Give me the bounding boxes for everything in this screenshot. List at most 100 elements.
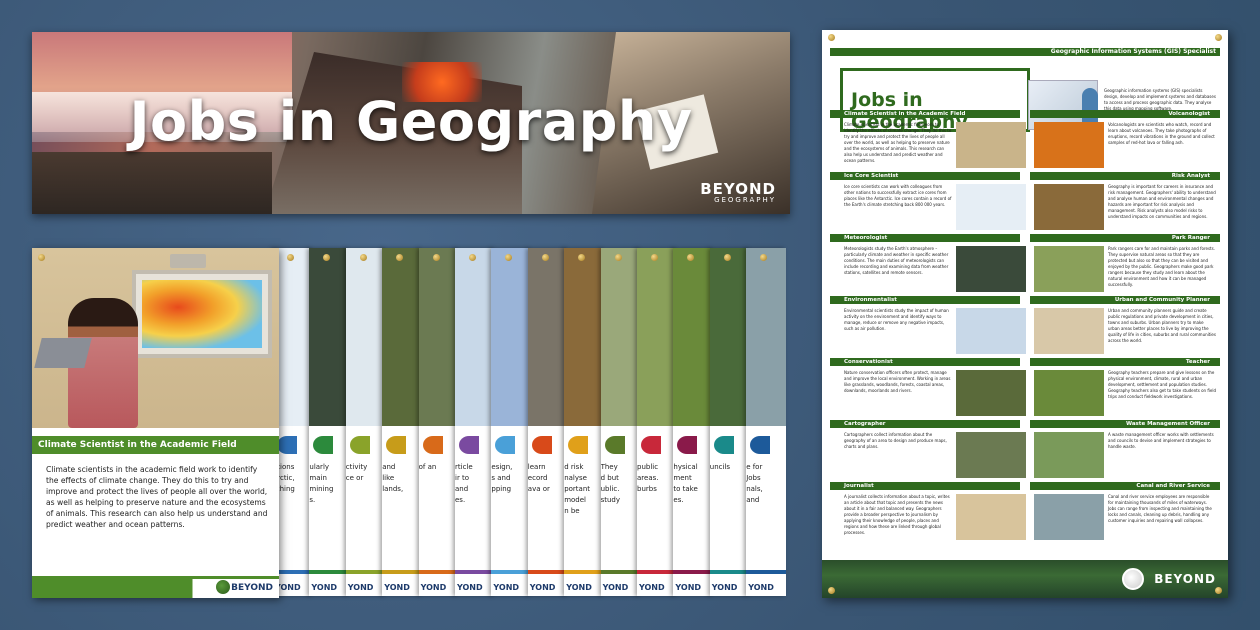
- strip-illustration: [600, 248, 641, 426]
- job-title-right: Canal and River Service: [1030, 482, 1220, 490]
- job-description-left: Meteorologists study the Earth's atmosph…: [844, 246, 949, 275]
- poster-fan: ations arctic, tching YOND ularly main min…: [32, 248, 790, 598]
- strip-color-tab: [459, 436, 479, 454]
- pin-icon: [828, 587, 835, 594]
- job-title-right: Waste Management Officer: [1030, 420, 1220, 428]
- job-illustration-right: [1034, 122, 1104, 168]
- job-description-right: A waste management officer works with se…: [1108, 432, 1214, 449]
- job-row: Conservationist Teacher Nature conservatio…: [830, 358, 1220, 420]
- job-description-right: Urban and community planners guide and c…: [1108, 308, 1216, 343]
- poster-strip: and like lands, YOND: [382, 248, 423, 596]
- strip-text-snippet: hysical ment to take es.: [673, 463, 698, 504]
- strip-color-tab: [713, 436, 734, 454]
- job-description-left: Cartographers collect information about …: [844, 432, 947, 449]
- strip-text-snippet: ularly main mining s.: [309, 463, 334, 504]
- pin-icon: [432, 254, 440, 261]
- poster-strip: uncils YOND: [709, 248, 750, 596]
- poster-strip: esign, s and pping YOND: [491, 248, 532, 596]
- poster-strip: ations arctic, tching YOND: [273, 248, 313, 596]
- main-poster-body: Climate scientists in the academic field…: [46, 465, 268, 529]
- strip-logo: YOND: [748, 583, 774, 592]
- heat-map: [142, 280, 262, 348]
- strip-illustration: [746, 248, 787, 426]
- job-title-left: Climate Scientist in the Academic Field: [830, 110, 1020, 118]
- pin-icon: [651, 254, 658, 261]
- job-description-right: Geography is important for careers in in…: [1108, 184, 1216, 219]
- strip-color-tab: [677, 436, 698, 454]
- strip-color-tab: [277, 436, 297, 454]
- strip-text-snippet: of an: [418, 463, 437, 471]
- strip-logo: YOND: [493, 583, 520, 592]
- globe-icon: [215, 579, 231, 595]
- job-description-left: Ice core scientists can work with collea…: [844, 184, 952, 207]
- job-illustration-left: [956, 494, 1026, 540]
- job-description-right: Canal and river service employees are re…: [1108, 494, 1212, 523]
- strip-logo: YOND: [675, 583, 702, 592]
- strip-logo: YOND: [420, 583, 447, 592]
- gis-description: Geographic information systems (GIS) spe…: [1104, 88, 1216, 111]
- strip-color-tab: [422, 436, 443, 454]
- pin-icon: [469, 254, 476, 261]
- jobs-banner: Jobs in Geography BEYOND GEOGRAPHY: [32, 32, 790, 214]
- job-illustration-left: [956, 432, 1026, 478]
- big-poster-logo: BEYOND: [1154, 572, 1216, 586]
- strip-logo: YOND: [566, 583, 592, 592]
- job-illustration-left: [956, 122, 1026, 168]
- poster-strip: d risk nalyse portant model n be YOND: [564, 248, 605, 596]
- job-title-left: Cartographer: [830, 420, 1020, 428]
- job-illustration-left: [956, 370, 1026, 416]
- job-row: Meteorologist Park Ranger Meteorologists s…: [830, 234, 1220, 296]
- poster-strip: learn ecord ava or YOND: [527, 248, 568, 596]
- strip-color-tab: [641, 436, 661, 454]
- job-title-right: Teacher: [1030, 358, 1220, 366]
- job-illustration-right: [1034, 370, 1104, 416]
- poster-strip: public areas. burbs YOND: [637, 248, 677, 596]
- strip-logo: YOND: [384, 583, 410, 592]
- projector-icon: [170, 254, 206, 268]
- strip-logo: YOND: [639, 583, 665, 592]
- poster-strip: They d but ublic. study YOND: [600, 248, 641, 596]
- job-description-left: Environmental scientists study the impac…: [844, 308, 949, 331]
- pin-icon: [828, 34, 835, 41]
- strip-text-snippet: learn ecord ava or: [527, 463, 550, 493]
- job-illustration-right: [1034, 494, 1104, 540]
- main-poster: Climate Scientist in the Academic Field …: [32, 248, 279, 598]
- strip-color-tab: [313, 436, 334, 454]
- main-poster-illustration: [32, 248, 279, 428]
- job-row: Environmentalist Urban and Community Plan…: [830, 296, 1220, 358]
- strip-logo: YOND: [602, 583, 629, 592]
- job-row: Ice Core Scientist Risk Analyst Ice core s…: [830, 172, 1220, 234]
- job-title-right: Risk Analyst: [1030, 172, 1220, 180]
- strip-illustration: [637, 248, 677, 426]
- job-description-left: Climate scientists in the academic field…: [844, 122, 952, 163]
- pin-icon: [1215, 587, 1222, 594]
- strip-text-snippet: rticle ir to and es.: [455, 463, 473, 504]
- strip-color-tab: [349, 436, 370, 454]
- poster-strip: hysical ment to take es. YOND: [673, 248, 714, 596]
- screen-board: [132, 270, 272, 358]
- job-description-right: Park rangers care for and maintain parks…: [1108, 246, 1215, 287]
- strip-color-tab: [568, 436, 589, 454]
- strip-text-snippet: uncils: [709, 463, 731, 471]
- strip-illustration: [709, 248, 750, 426]
- job-title-right: Park Ranger: [1030, 234, 1220, 242]
- strip-text-snippet: and like lands,: [382, 463, 404, 493]
- job-title-left: Ice Core Scientist: [830, 172, 1020, 180]
- job-illustration-right: [1034, 308, 1104, 354]
- job-description-left: Nature conservation officers often prote…: [844, 370, 951, 393]
- main-poster-heading: Climate Scientist in the Academic Field: [32, 436, 279, 454]
- job-illustration-right: [1034, 184, 1104, 230]
- job-illustration-right: [1034, 432, 1104, 478]
- pin-icon: [541, 254, 549, 261]
- banner-title: Jobs in Geography: [129, 90, 693, 153]
- job-illustration-left: [956, 246, 1026, 292]
- strip-illustration: [382, 248, 423, 426]
- strip-color-tab: [604, 436, 625, 454]
- job-row: Climate Scientist in the Academic Field V…: [830, 110, 1220, 172]
- job-title-left: Environmentalist: [830, 296, 1020, 304]
- strip-illustration: [309, 248, 350, 426]
- brand-logo: BEYOND GEOGRAPHY: [700, 180, 776, 204]
- pin-icon: [359, 254, 367, 261]
- main-poster-logo: BEYOND: [231, 583, 273, 593]
- top-header-label: Geographic Information Systems (GIS) Spe…: [1050, 48, 1216, 55]
